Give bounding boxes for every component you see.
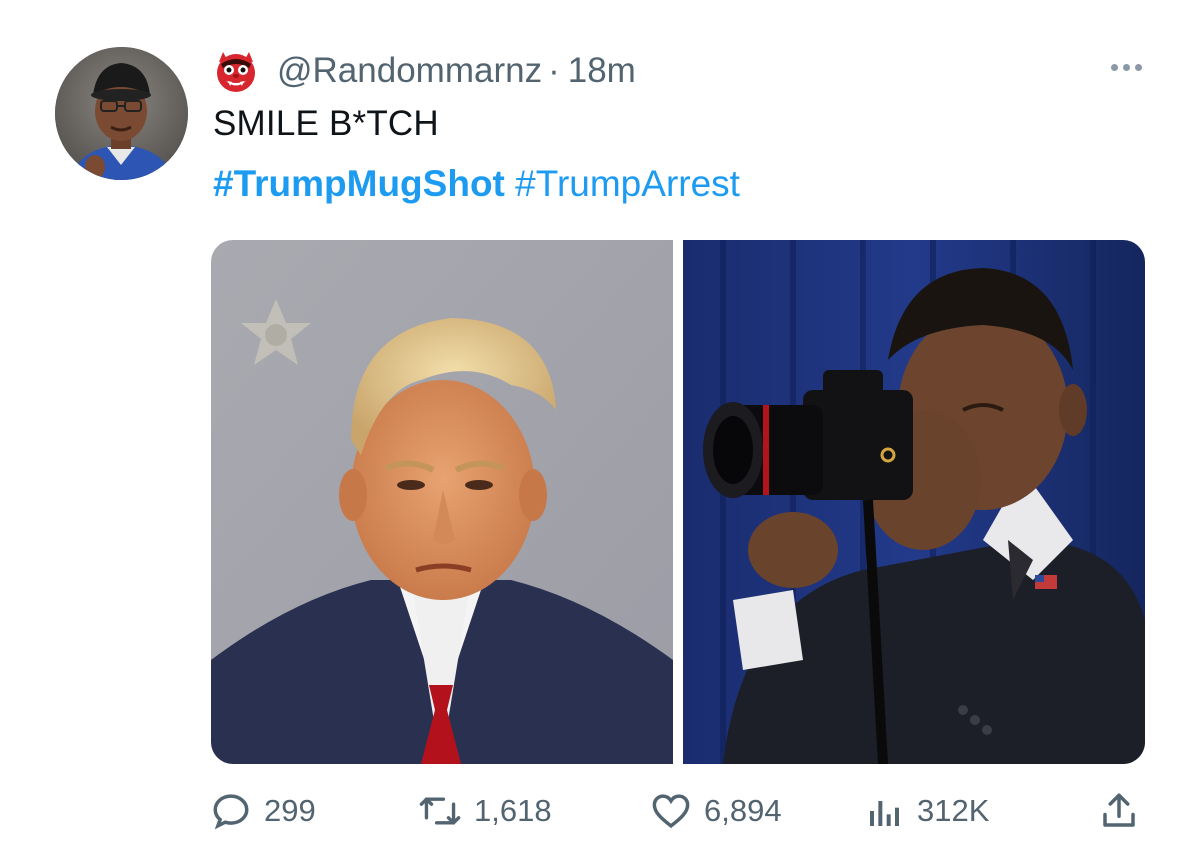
tweet-media	[211, 240, 1145, 764]
retweet-count: 1,618	[474, 793, 552, 828]
reply-button[interactable]: 299	[210, 786, 316, 836]
retweet-button[interactable]: 1,618	[418, 786, 552, 836]
timestamp[interactable]: 18m	[568, 51, 636, 91]
tweet-hashtags: #TrumpMugShot #TrumpArrest	[213, 163, 740, 205]
views-chart-icon	[870, 801, 899, 826]
hashtag-link[interactable]: #TrumpArrest	[515, 163, 740, 204]
user-handle[interactable]: @Randommarnz	[277, 51, 542, 91]
more-dot	[1123, 63, 1130, 71]
avatar-image	[55, 47, 188, 180]
media-image-mugshot[interactable]	[211, 240, 673, 764]
media-image-photographer[interactable]	[683, 240, 1145, 764]
tweet: @Randommarnz · 18m SMILE B*TCH #TrumpMug…	[0, 0, 1200, 862]
tweet-text: SMILE B*TCH	[213, 104, 439, 143]
retweet-icon	[419, 797, 461, 825]
share-button[interactable]	[1098, 786, 1140, 836]
reply-icon	[213, 794, 249, 830]
views-button[interactable]: 312K	[865, 786, 989, 836]
view-count: 312K	[917, 793, 990, 828]
like-button[interactable]: 6,894	[650, 786, 782, 836]
hashtag-link[interactable]: #TrumpMugShot	[213, 163, 505, 204]
like-count: 6,894	[704, 793, 782, 828]
tweet-header: @Randommarnz · 18m	[213, 46, 636, 96]
heart-icon	[652, 794, 690, 829]
ogre-emoji-icon	[217, 52, 255, 92]
share-icon	[1103, 793, 1135, 827]
reply-count: 299	[264, 793, 316, 828]
separator: ·	[548, 51, 560, 90]
more-options-icon[interactable]	[1111, 52, 1142, 82]
tweet-actions: 299 1,618 6,894 312K	[210, 786, 1145, 836]
more-dot	[1111, 63, 1118, 71]
more-dot	[1135, 63, 1142, 71]
avatar[interactable]	[55, 47, 188, 180]
